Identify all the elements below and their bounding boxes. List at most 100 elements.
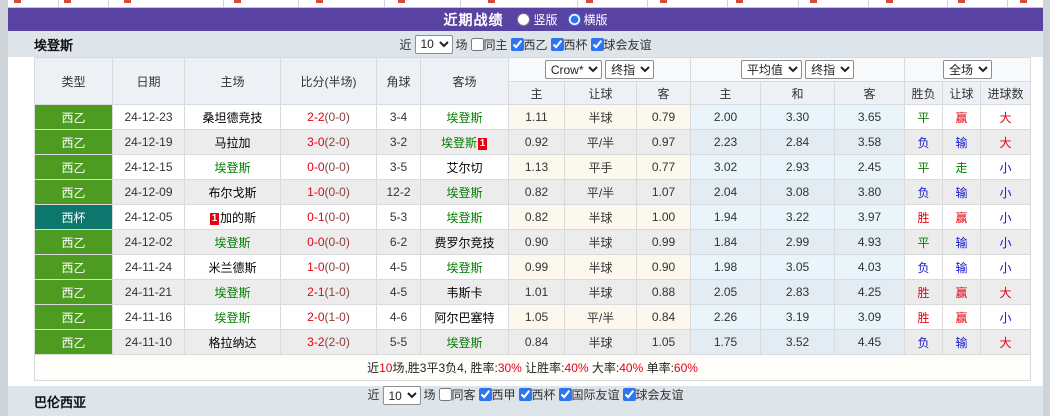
euro-home-odds: 1.98 bbox=[690, 254, 761, 280]
asian-away-odds: 0.84 bbox=[636, 304, 691, 330]
asian-home-odds: 0.99 bbox=[508, 254, 565, 280]
euro-company-select[interactable]: 平均值 bbox=[740, 60, 802, 79]
radio-vertical-layout[interactable]: 竖版 bbox=[517, 11, 558, 28]
home-cell: 1 加的斯 bbox=[184, 204, 281, 230]
away-cell: 费罗尔竞技 bbox=[420, 229, 509, 255]
same-away-filter[interactable]: 同客 bbox=[438, 386, 475, 403]
xibei-checkbox-2[interactable] bbox=[518, 388, 532, 401]
date-cell: 24-11-16 bbox=[112, 304, 185, 330]
club-friendly-checkbox-2[interactable] bbox=[622, 388, 636, 401]
xiyi-checkbox[interactable] bbox=[510, 37, 524, 51]
date-cell: 24-12-15 bbox=[112, 154, 185, 180]
corner-cell: 3-2 bbox=[376, 129, 421, 155]
summary-stat-value: 40% bbox=[619, 361, 644, 375]
away-cell: 埃登斯 bbox=[420, 254, 509, 280]
league-cell: 西乙 bbox=[34, 104, 113, 130]
home-cell: 米兰德斯 bbox=[184, 254, 281, 280]
column-border-artifact bbox=[727, 0, 728, 7]
halftime-score: (0-0) bbox=[324, 160, 350, 174]
euro-away-odds: 2.45 bbox=[833, 154, 906, 180]
halftime-score: (0-0) bbox=[324, 235, 350, 249]
result-outcome-cell: 平 bbox=[904, 154, 944, 180]
table-row: 西乙 24-12-23 桑坦德竞技 2-2(0-0) 3-4 埃登斯 1.11 … bbox=[34, 104, 1032, 130]
unit-label: 场 bbox=[455, 37, 468, 52]
column-border-artifact bbox=[647, 0, 648, 7]
result-goals-cell: 小 bbox=[980, 304, 1032, 330]
league-filter-xijia[interactable]: 西甲 bbox=[478, 386, 516, 403]
table-row: 西乙 24-11-16 埃登斯 2-0(1-0) 4-6 阿尔巴塞特 1.05 … bbox=[34, 304, 1032, 330]
score-cell: 0-1(0-0) bbox=[280, 204, 377, 230]
table-header-row-1: 类型 日期 主场 比分(半场) 角球 客场 Crow* 终指 平均值 终指 全场 bbox=[34, 57, 1032, 105]
intl-friendly-checkbox[interactable] bbox=[558, 388, 572, 401]
cutoff-red-text-artifact bbox=[64, 0, 71, 3]
league-filter-xibei[interactable]: 西杯 bbox=[550, 36, 588, 53]
league-cell: 西乙 bbox=[34, 254, 113, 280]
same-home-filter[interactable]: 同主 bbox=[470, 36, 508, 53]
horizontal-layout-radio[interactable] bbox=[567, 13, 581, 26]
summary-text: 近10场,胜3平3负4, 胜率:30% 让胜率:40% 大率:40% 单率:60… bbox=[33, 354, 1032, 381]
fulltime-score: 2-2 bbox=[307, 110, 325, 124]
table-row: 西乙 24-12-09 布尔戈斯 1-0(0-0) 12-2 埃登斯 0.82 … bbox=[34, 179, 1032, 205]
cutoff-red-text-artifact bbox=[124, 0, 131, 3]
match-count-select[interactable]: 10 bbox=[414, 34, 453, 54]
league-cell: 西乙 bbox=[34, 229, 113, 255]
corner-cell: 5-5 bbox=[376, 329, 421, 355]
euro-draw-odds: 3.05 bbox=[760, 254, 835, 280]
away-team: 埃登斯 bbox=[446, 185, 483, 200]
result-outcome-cell: 负 bbox=[904, 129, 944, 155]
date-cell: 24-12-05 bbox=[112, 204, 185, 230]
corner-cell: 4-6 bbox=[376, 304, 421, 330]
match-count-select-2[interactable]: 10 bbox=[382, 386, 421, 405]
col-header-away: 客场 bbox=[420, 57, 509, 105]
asian-company-select[interactable]: Crow* bbox=[544, 60, 602, 79]
league-filter-intl-friendly[interactable]: 国际友谊 bbox=[558, 386, 620, 403]
euro-home-odds: 2.00 bbox=[690, 104, 761, 130]
result-goals-cell: 大 bbox=[980, 104, 1032, 130]
score-cell: 1-0(0-0) bbox=[280, 179, 377, 205]
scope-select[interactable]: 全场 bbox=[943, 60, 993, 79]
same-away-checkbox[interactable] bbox=[438, 388, 452, 401]
subheader-goals: 进球数 bbox=[980, 81, 1032, 105]
euro-draw-odds: 2.99 bbox=[760, 229, 835, 255]
league-filter-xibei-2[interactable]: 西杯 bbox=[518, 386, 556, 403]
euro-stage-select[interactable]: 终指 bbox=[805, 60, 855, 79]
asian-handicap-line: 平手 bbox=[564, 154, 637, 180]
result-goals-cell: 大 bbox=[980, 129, 1032, 155]
euro-home-odds: 1.75 bbox=[690, 329, 761, 355]
asian-home-odds: 1.05 bbox=[508, 304, 565, 330]
result-outcome-cell: 负 bbox=[904, 179, 944, 205]
away-team-filter-bar: 巴伦西亚 近 10 场 同客 西甲 西杯 国际友谊 球会友谊 bbox=[8, 386, 1043, 416]
score-cell: 1-0(0-0) bbox=[280, 254, 377, 280]
home-team: 米兰德斯 bbox=[208, 260, 257, 275]
euro-draw-odds: 3.30 bbox=[760, 104, 835, 130]
radio-horizontal-layout[interactable]: 横版 bbox=[567, 11, 608, 28]
cutoff-red-text-artifact bbox=[398, 0, 405, 3]
near-label: 近 bbox=[399, 37, 412, 52]
club-friendly-checkbox[interactable] bbox=[590, 37, 604, 51]
euro-draw-odds: 2.83 bbox=[760, 279, 835, 305]
league-cell: 西乙 bbox=[34, 129, 113, 155]
column-border-artifact bbox=[223, 0, 224, 7]
same-away-label: 同客 bbox=[451, 388, 476, 402]
away-cell: 阿尔巴塞特 bbox=[420, 304, 509, 330]
asian-stage-select[interactable]: 终指 bbox=[605, 60, 655, 79]
xibei-checkbox[interactable] bbox=[550, 37, 564, 51]
euro-odds-dropdown-cell: 平均值 终指 bbox=[689, 57, 906, 82]
section-title: 近期战绩 bbox=[443, 11, 504, 28]
euro-draw-odds: 2.93 bbox=[760, 154, 835, 180]
asian-odds-dropdown-cell: Crow* 终指 bbox=[508, 57, 691, 82]
table-row: 西乙 24-11-24 米兰德斯 1-0(0-0) 4-5 埃登斯 0.99 半… bbox=[34, 254, 1032, 280]
league-filter-club-friendly[interactable]: 球会友谊 bbox=[590, 36, 652, 53]
club-friendly-label-2: 球会友谊 bbox=[635, 388, 684, 402]
result-goals-cell: 小 bbox=[980, 254, 1032, 280]
same-home-checkbox[interactable] bbox=[470, 37, 484, 51]
fulltime-score: 0-0 bbox=[307, 235, 325, 249]
table-row: 西乙 24-11-21 埃登斯 2-1(1-0) 4-5 韦斯卡 1.01 半球… bbox=[34, 279, 1032, 305]
league-filter-club-friendly-2[interactable]: 球会友谊 bbox=[622, 386, 684, 403]
results-tbody: 西乙 24-12-23 桑坦德竞技 2-2(0-0) 3-4 埃登斯 1.11 … bbox=[34, 104, 1032, 355]
league-filter-xiyi[interactable]: 西乙 bbox=[510, 36, 548, 53]
xijia-checkbox[interactable] bbox=[478, 388, 492, 401]
vertical-layout-radio[interactable] bbox=[517, 13, 531, 26]
column-border-artifact bbox=[947, 0, 948, 7]
asian-handicap-line: 平/半 bbox=[564, 179, 637, 205]
